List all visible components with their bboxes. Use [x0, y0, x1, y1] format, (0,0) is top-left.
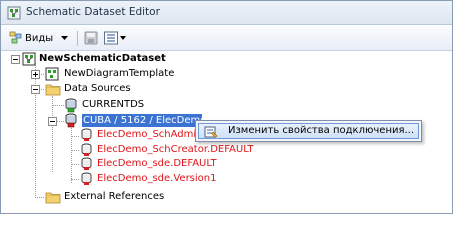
connection-label[interactable]: CUBA / 5162 / ElecDemo [82, 114, 202, 127]
database-error-icon [65, 113, 77, 128]
tree-node-currentds[interactable]: CURRENTDS [64, 98, 184, 113]
data-sources-label: Data Sources [64, 83, 131, 94]
tree-node-child[interactable]: ElecDemo_SchCreator.DEFAULT [80, 143, 270, 157]
schematic-dataset-editor-window: Schematic Dataset Editor Виды NewSchemat… [0, 0, 453, 214]
tree-line [71, 150, 79, 151]
tree-node-template[interactable]: NewDiagramTemplate [45, 67, 195, 81]
tree-line [71, 136, 79, 137]
expand-template-toggle[interactable] [31, 70, 40, 79]
diagram-template-icon [45, 67, 59, 81]
child-label: ElecDemo_SchAdmin [97, 129, 203, 140]
tree-line [71, 164, 79, 165]
template-label: NewDiagramTemplate [64, 68, 175, 79]
context-menu: Изменить свойства подключения... [195, 120, 422, 142]
tree-node-root[interactable]: NewSchematicDataset [22, 52, 202, 66]
tree-node-external-references[interactable]: External References [45, 190, 175, 204]
toolbar-separator [77, 31, 78, 46]
tree-node-child[interactable]: ElecDemo_sde.DEFAULT [80, 157, 240, 171]
child-label: ElecDemo_SchCreator.DEFAULT [97, 144, 254, 155]
tree-node-child[interactable]: ElecDemo_SchAdmin [80, 128, 203, 142]
database-connection-icon [65, 98, 77, 113]
window-title: Schematic Dataset Editor [26, 6, 160, 18]
external-references-label: External References [64, 191, 165, 202]
tree-node-child[interactable]: ElecDemo_sde.Version1 [80, 172, 240, 186]
tree-line [35, 197, 44, 198]
version-error-icon [81, 172, 92, 185]
views-label: Виды [25, 32, 54, 44]
title-bar: Schematic Dataset Editor [1, 1, 452, 25]
toolbar: Виды [1, 26, 452, 51]
version-error-icon [81, 128, 92, 141]
collapse-connection-toggle[interactable] [48, 117, 57, 126]
tree-node-data-sources[interactable]: Data Sources [45, 82, 155, 96]
views-icon [9, 31, 22, 44]
version-error-icon [81, 143, 92, 156]
collapse-root-toggle[interactable] [11, 55, 20, 64]
connection-properties-icon [204, 126, 218, 138]
tree-line [52, 96, 53, 172]
version-error-icon [81, 157, 92, 170]
properties-chevron-down-icon[interactable] [120, 35, 126, 41]
currentds-label: CURRENTDS [82, 99, 145, 110]
child-label: ElecDemo_sde.Version1 [97, 173, 217, 184]
collapse-data-sources-toggle[interactable] [31, 85, 40, 94]
tree-line [71, 179, 79, 180]
properties-icon[interactable] [103, 30, 119, 46]
child-label: ElecDemo_sde.DEFAULT [97, 158, 217, 169]
folder-icon [45, 84, 61, 96]
schematic-dataset-icon [22, 52, 36, 66]
views-dropdown-button[interactable]: Виды [7, 30, 73, 46]
tree-line [52, 105, 64, 106]
chevron-down-icon [61, 35, 69, 40]
edit-connection-properties-menu-item[interactable]: Изменить свойства подключения... [198, 123, 419, 139]
root-label: NewSchematicDataset [39, 53, 166, 64]
tree-line [35, 63, 36, 198]
save-icon[interactable] [83, 30, 99, 46]
edit-connection-properties-label: Изменить свойства подключения... [228, 125, 415, 136]
schematic-editor-icon [7, 6, 21, 20]
folder-icon [45, 192, 61, 204]
